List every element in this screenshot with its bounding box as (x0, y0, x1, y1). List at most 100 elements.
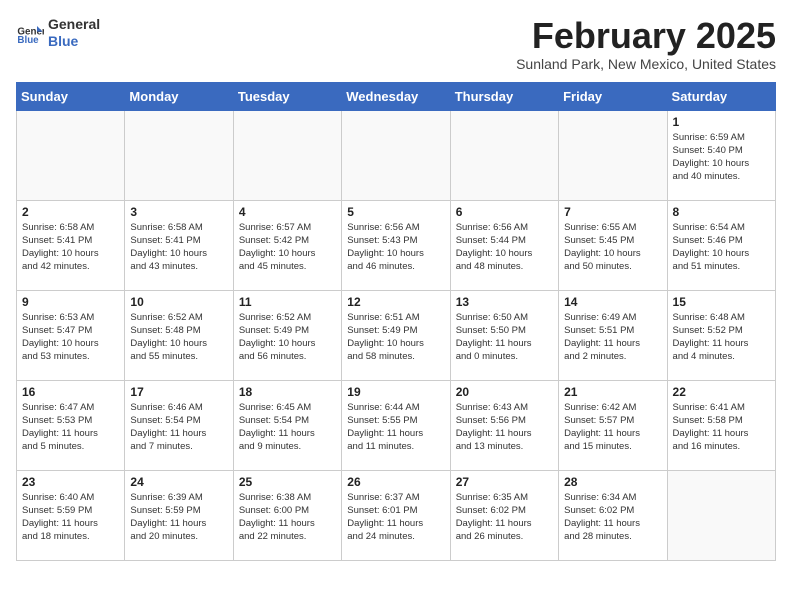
calendar-cell: 1Sunrise: 6:59 AM Sunset: 5:40 PM Daylig… (667, 110, 775, 200)
calendar-cell: 15 Sunrise: 6:48 AM Sunset: 5:52 PM Dayli… (667, 290, 775, 380)
calendar-cell (125, 110, 233, 200)
day-number: 11 (239, 295, 336, 309)
calendar-cell: 11 Sunrise: 6:52 AM Sunset: 5:49 PM Dayli… (233, 290, 341, 380)
logo-icon: General Blue (16, 19, 44, 47)
day-number: 18 (239, 385, 336, 399)
calendar-cell: 27 Sunrise: 6:35 AM Sunset: 6:02 PM Dayli… (450, 470, 558, 560)
day-info: Sunrise: 6:56 AM Sunset: 5:44 PM Dayligh… (456, 221, 553, 274)
day-info: Sunrise: 6:34 AM Sunset: 6:02 PM Dayligh… (564, 491, 661, 544)
day-info: Sunrise: 6:41 AM Sunset: 5:58 PM Dayligh… (673, 401, 770, 454)
day-number: 17 (130, 385, 227, 399)
calendar-cell: 2 Sunrise: 6:58 AM Sunset: 5:41 PM Daylig… (17, 200, 125, 290)
day-number: 5 (347, 205, 444, 219)
calendar-cell: 28Sunrise: 6:34 AM Sunset: 6:02 PM Dayli… (559, 470, 667, 560)
weekday-header-thursday: Thursday (450, 82, 558, 110)
logo-blue-text: Blue (48, 33, 100, 50)
day-number: 22 (673, 385, 770, 399)
calendar-cell (233, 110, 341, 200)
day-number: 9 (22, 295, 119, 309)
weekday-header-monday: Monday (125, 82, 233, 110)
day-number: 2 (22, 205, 119, 219)
day-number: 26 (347, 475, 444, 489)
logo-general-text: General (48, 16, 100, 33)
day-info: Sunrise: 6:51 AM Sunset: 5:49 PM Dayligh… (347, 311, 444, 364)
day-info: Sunrise: 6:58 AM Sunset: 5:41 PM Dayligh… (22, 221, 119, 274)
day-info: Sunrise: 6:54 AM Sunset: 5:46 PM Dayligh… (673, 221, 770, 274)
day-info: Sunrise: 6:50 AM Sunset: 5:50 PM Dayligh… (456, 311, 553, 364)
day-number: 14 (564, 295, 661, 309)
week-row-1: 2 Sunrise: 6:58 AM Sunset: 5:41 PM Daylig… (17, 200, 776, 290)
calendar-cell: 7Sunrise: 6:55 AM Sunset: 5:45 PM Daylig… (559, 200, 667, 290)
calendar-cell: 12 Sunrise: 6:51 AM Sunset: 5:49 PM Dayli… (342, 290, 450, 380)
day-info: Sunrise: 6:56 AM Sunset: 5:43 PM Dayligh… (347, 221, 444, 274)
calendar-table: SundayMondayTuesdayWednesdayThursdayFrid… (16, 82, 776, 561)
location-subtitle: Sunland Park, New Mexico, United States (516, 56, 776, 72)
weekday-header-wednesday: Wednesday (342, 82, 450, 110)
day-info: Sunrise: 6:38 AM Sunset: 6:00 PM Dayligh… (239, 491, 336, 544)
weekday-header-sunday: Sunday (17, 82, 125, 110)
calendar-cell: 20 Sunrise: 6:43 AM Sunset: 5:56 PM Dayli… (450, 380, 558, 470)
calendar-cell: 26 Sunrise: 6:37 AM Sunset: 6:01 PM Dayli… (342, 470, 450, 560)
calendar-cell: 25 Sunrise: 6:38 AM Sunset: 6:00 PM Dayli… (233, 470, 341, 560)
calendar-cell: 8 Sunrise: 6:54 AM Sunset: 5:46 PM Daylig… (667, 200, 775, 290)
day-info: Sunrise: 6:40 AM Sunset: 5:59 PM Dayligh… (22, 491, 119, 544)
day-info: Sunrise: 6:49 AM Sunset: 5:51 PM Dayligh… (564, 311, 661, 364)
day-number: 12 (347, 295, 444, 309)
logo-text: General Blue (48, 16, 100, 50)
calendar-cell: 3Sunrise: 6:58 AM Sunset: 5:41 PM Daylig… (125, 200, 233, 290)
day-number: 10 (130, 295, 227, 309)
logo: General Blue General Blue (16, 16, 100, 50)
day-info: Sunrise: 6:47 AM Sunset: 5:53 PM Dayligh… (22, 401, 119, 454)
weekday-header-tuesday: Tuesday (233, 82, 341, 110)
day-info: Sunrise: 6:52 AM Sunset: 5:49 PM Dayligh… (239, 311, 336, 364)
day-info: Sunrise: 6:57 AM Sunset: 5:42 PM Dayligh… (239, 221, 336, 274)
calendar-cell: 24Sunrise: 6:39 AM Sunset: 5:59 PM Dayli… (125, 470, 233, 560)
day-info: Sunrise: 6:48 AM Sunset: 5:52 PM Dayligh… (673, 311, 770, 364)
day-info: Sunrise: 6:44 AM Sunset: 5:55 PM Dayligh… (347, 401, 444, 454)
day-info: Sunrise: 6:52 AM Sunset: 5:48 PM Dayligh… (130, 311, 227, 364)
calendar-cell: 9 Sunrise: 6:53 AM Sunset: 5:47 PM Daylig… (17, 290, 125, 380)
calendar-cell: 10 Sunrise: 6:52 AM Sunset: 5:48 PM Dayli… (125, 290, 233, 380)
calendar-cell (559, 110, 667, 200)
weekday-header-saturday: Saturday (667, 82, 775, 110)
day-number: 24 (130, 475, 227, 489)
calendar-cell: 4 Sunrise: 6:57 AM Sunset: 5:42 PM Daylig… (233, 200, 341, 290)
calendar-cell: 18 Sunrise: 6:45 AM Sunset: 5:54 PM Dayli… (233, 380, 341, 470)
calendar-cell (450, 110, 558, 200)
day-number: 19 (347, 385, 444, 399)
calendar-cell (342, 110, 450, 200)
svg-text:Blue: Blue (17, 35, 39, 46)
day-info: Sunrise: 6:35 AM Sunset: 6:02 PM Dayligh… (456, 491, 553, 544)
day-info: Sunrise: 6:42 AM Sunset: 5:57 PM Dayligh… (564, 401, 661, 454)
day-number: 8 (673, 205, 770, 219)
page-header: General Blue General Blue February 2025 … (16, 16, 776, 72)
day-number: 21 (564, 385, 661, 399)
day-info: Sunrise: 6:45 AM Sunset: 5:54 PM Dayligh… (239, 401, 336, 454)
day-number: 23 (22, 475, 119, 489)
month-title: February 2025 (516, 16, 776, 56)
week-row-0: 1Sunrise: 6:59 AM Sunset: 5:40 PM Daylig… (17, 110, 776, 200)
calendar-cell: 17Sunrise: 6:46 AM Sunset: 5:54 PM Dayli… (125, 380, 233, 470)
calendar-cell: 5 Sunrise: 6:56 AM Sunset: 5:43 PM Daylig… (342, 200, 450, 290)
day-info: Sunrise: 6:58 AM Sunset: 5:41 PM Dayligh… (130, 221, 227, 274)
day-number: 25 (239, 475, 336, 489)
weekday-header-row: SundayMondayTuesdayWednesdayThursdayFrid… (17, 82, 776, 110)
day-info: Sunrise: 6:43 AM Sunset: 5:56 PM Dayligh… (456, 401, 553, 454)
day-number: 20 (456, 385, 553, 399)
week-row-4: 23 Sunrise: 6:40 AM Sunset: 5:59 PM Dayli… (17, 470, 776, 560)
day-number: 1 (673, 115, 770, 129)
day-info: Sunrise: 6:55 AM Sunset: 5:45 PM Dayligh… (564, 221, 661, 274)
calendar-cell (667, 470, 775, 560)
day-number: 4 (239, 205, 336, 219)
week-row-2: 9 Sunrise: 6:53 AM Sunset: 5:47 PM Daylig… (17, 290, 776, 380)
day-number: 6 (456, 205, 553, 219)
day-number: 16 (22, 385, 119, 399)
day-info: Sunrise: 6:37 AM Sunset: 6:01 PM Dayligh… (347, 491, 444, 544)
week-row-3: 16 Sunrise: 6:47 AM Sunset: 5:53 PM Dayli… (17, 380, 776, 470)
calendar-cell: 21 Sunrise: 6:42 AM Sunset: 5:57 PM Dayli… (559, 380, 667, 470)
calendar-cell: 19 Sunrise: 6:44 AM Sunset: 5:55 PM Dayli… (342, 380, 450, 470)
day-info: Sunrise: 6:53 AM Sunset: 5:47 PM Dayligh… (22, 311, 119, 364)
calendar-cell: 22 Sunrise: 6:41 AM Sunset: 5:58 PM Dayli… (667, 380, 775, 470)
day-number: 27 (456, 475, 553, 489)
day-number: 15 (673, 295, 770, 309)
